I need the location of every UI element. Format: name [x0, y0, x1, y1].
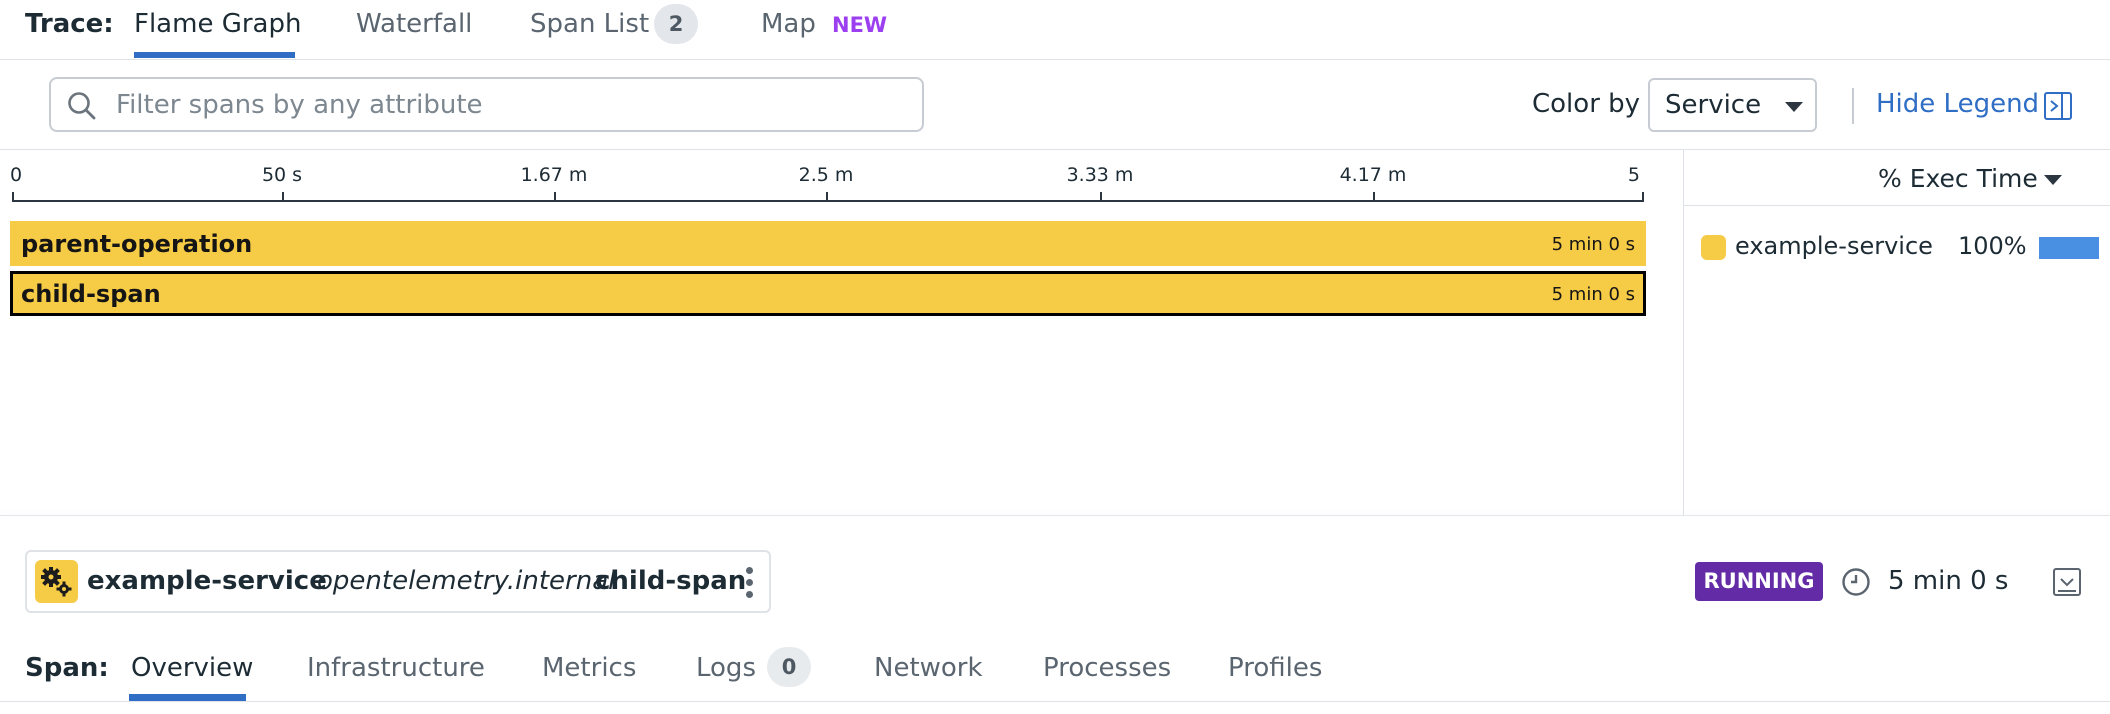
- tab-metrics[interactable]: Metrics: [542, 653, 636, 683]
- color-by-value: Service: [1665, 90, 1762, 120]
- axis-tick: 4.17 m: [1340, 164, 1406, 202]
- tab-logs[interactable]: Logs: [696, 653, 756, 683]
- tick-label: 1.67 m: [520, 164, 588, 186]
- tick-label: 5: [1627, 164, 1640, 186]
- color-by-label: Color by: [1532, 89, 1641, 119]
- divider: [0, 515, 2110, 516]
- span-operation-name: child-span: [595, 566, 747, 596]
- tab-overview[interactable]: Overview: [131, 653, 253, 683]
- service-gears-icon: [35, 560, 78, 603]
- axis-line: [12, 200, 1644, 202]
- legend-item[interactable]: example-service 100%: [1701, 232, 2101, 266]
- span-duration-total: 5 min 0 s: [1888, 566, 2009, 596]
- axis-tick: 0: [10, 164, 22, 202]
- search-input[interactable]: [116, 85, 906, 125]
- tab-flame-graph[interactable]: Flame Graph: [134, 9, 301, 39]
- search-icon: [68, 92, 96, 120]
- divider: [1852, 88, 1854, 124]
- axis-tick: 50 s: [262, 164, 302, 202]
- flame-span-child-span[interactable]: child-span 5 min 0 s: [10, 271, 1646, 316]
- tab-network[interactable]: Network: [874, 653, 983, 683]
- axis-tick: 1.67 m: [521, 164, 587, 202]
- new-badge: NEW: [832, 13, 888, 37]
- chevron-down-icon: [1785, 102, 1803, 112]
- clock-icon: [1842, 568, 1870, 596]
- span-count-badge: 2: [654, 4, 698, 44]
- service-color-swatch: [1701, 235, 1726, 260]
- span-name: child-span: [21, 280, 161, 308]
- legend-panel: % Exec Time example-service 100%: [1683, 150, 2110, 515]
- trace-label: Trace:: [25, 9, 114, 39]
- chevron-down-icon[interactable]: [2044, 175, 2062, 185]
- span-name: parent-operation: [21, 230, 253, 258]
- collapse-panel-icon[interactable]: [2052, 567, 2082, 597]
- span-resource-name: opentelemetry.internal: [317, 566, 616, 596]
- tick-label: 2.5 m: [798, 164, 854, 186]
- tick-label: 50 s: [261, 164, 303, 186]
- collapse-panel-icon[interactable]: [2044, 92, 2072, 120]
- span-label: Span:: [25, 653, 109, 683]
- axis-tick: 2.5 m: [799, 164, 853, 202]
- tick-label: 4.17 m: [1339, 164, 1407, 186]
- span-service-name: example-service: [87, 566, 327, 596]
- tab-waterfall[interactable]: Waterfall: [356, 9, 472, 39]
- divider: [0, 701, 2110, 702]
- span-filter[interactable]: [49, 77, 924, 132]
- tab-processes[interactable]: Processes: [1043, 653, 1171, 683]
- axis-tick: 3.33 m: [1067, 164, 1133, 202]
- exec-time-bar: [2039, 237, 2099, 259]
- span-duration: 5 min 0 s: [1551, 234, 1635, 255]
- trace-tab-bar: Trace: Flame Graph Waterfall Span List 2…: [0, 0, 2110, 60]
- logs-count-badge: 0: [767, 647, 811, 687]
- tab-span-list[interactable]: Span List: [530, 9, 649, 39]
- legend-percent: 100%: [1958, 232, 2027, 260]
- span-duration: 5 min 0 s: [1551, 284, 1635, 305]
- divider: [1684, 205, 2110, 206]
- tab-map[interactable]: Map: [761, 9, 816, 39]
- tick-label: 0: [10, 164, 23, 186]
- tab-profiles[interactable]: Profiles: [1228, 653, 1322, 683]
- exec-time-sort[interactable]: % Exec Time: [1878, 164, 2038, 193]
- more-options-icon[interactable]: [743, 565, 755, 601]
- flame-span-parent-operation[interactable]: parent-operation 5 min 0 s: [10, 221, 1646, 266]
- tab-infrastructure[interactable]: Infrastructure: [307, 653, 485, 683]
- color-by-select[interactable]: Service: [1648, 78, 1817, 132]
- tick-label: 3.33 m: [1066, 164, 1134, 186]
- legend-service-name: example-service: [1735, 232, 1933, 260]
- status-badge: RUNNING: [1695, 562, 1823, 601]
- hide-legend-button[interactable]: Hide Legend: [1876, 89, 2039, 119]
- timeline-axis: 0 50 s 1.67 m 2.5 m 3.33 m 4.17 m 5: [10, 164, 1644, 204]
- active-tab-indicator: [134, 52, 295, 58]
- active-tab-indicator: [129, 694, 246, 701]
- span-header: example-service opentelemetry.internal c…: [25, 550, 771, 613]
- axis-tick: 5: [1628, 164, 1644, 202]
